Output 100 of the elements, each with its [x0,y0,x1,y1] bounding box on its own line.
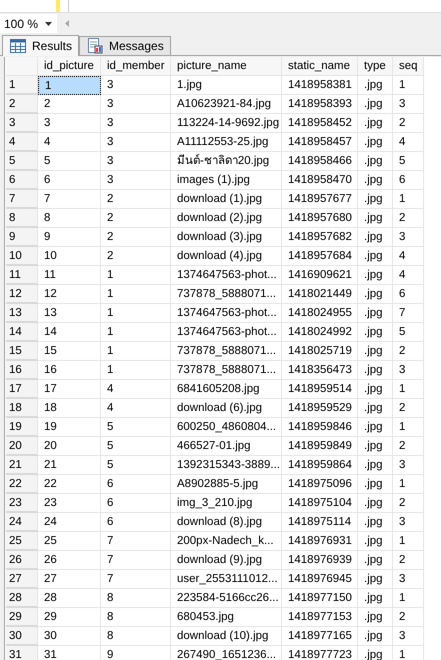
table-cell[interactable]: download (1).jpg [171,190,282,209]
table-cell[interactable]: 1418977723 [282,646,358,660]
table-cell[interactable]: 6 [101,494,171,513]
table-cell[interactable]: 1 [393,190,424,209]
table-cell[interactable]: 1418958393 [282,95,358,114]
table-cell[interactable]: 6 [101,475,171,494]
table-cell[interactable]: 11 [38,266,101,285]
table-cell[interactable]: 1418959514 [282,380,358,399]
table-cell[interactable]: 6 [38,171,101,190]
table-cell[interactable]: 1418957682 [282,228,358,247]
row-header[interactable]: 1 [6,76,38,95]
table-cell[interactable]: .jpg [358,589,393,608]
table-cell[interactable]: 1392315343-3889... [171,456,282,475]
table-cell[interactable]: 22 [38,475,101,494]
table-cell[interactable]: 1.jpg [171,76,282,95]
table-cell[interactable]: 1 [101,361,171,380]
row-header[interactable]: 24 [6,513,38,532]
table-cell[interactable]: 2 [393,437,424,456]
table-cell[interactable]: 1418959846 [282,418,358,437]
row-header[interactable]: 4 [6,133,38,152]
table-cell[interactable]: 25 [38,532,101,551]
table-cell[interactable]: 5 [38,152,101,171]
table-cell[interactable]: 6841605208.jpg [171,380,282,399]
table-cell[interactable]: .jpg [358,570,393,589]
table-cell[interactable]: 7 [38,190,101,209]
table-cell[interactable]: 2 [393,399,424,418]
row-header[interactable]: 3 [6,114,38,133]
table-cell[interactable]: user_2553111012... [171,570,282,589]
table-cell[interactable]: download (4).jpg [171,247,282,266]
table-cell[interactable]: 1418957677 [282,190,358,209]
messages-tab[interactable]: Messages [79,36,171,55]
row-header[interactable]: 2 [6,95,38,114]
table-cell[interactable]: 7 [101,570,171,589]
table-cell[interactable]: 7 [101,532,171,551]
table-cell[interactable]: 3 [393,361,424,380]
table-cell[interactable]: 3 [101,95,171,114]
table-cell[interactable]: download (8).jpg [171,513,282,532]
table-cell[interactable]: 200px-Nadech_k... [171,532,282,551]
table-cell[interactable]: 2 [38,95,101,114]
table-cell[interactable]: download (2).jpg [171,209,282,228]
table-cell[interactable]: 1418021449 [282,285,358,304]
table-cell[interactable]: 17 [38,380,101,399]
table-cell[interactable]: 3 [393,228,424,247]
table-cell[interactable]: 1 [393,589,424,608]
table-cell[interactable]: 1 [101,342,171,361]
column-header[interactable]: picture_name [171,57,282,76]
table-cell[interactable]: .jpg [358,247,393,266]
column-header[interactable]: static_name [282,57,358,76]
table-cell[interactable]: 23 [38,494,101,513]
table-cell[interactable]: 16 [38,361,101,380]
table-cell[interactable]: 1418975096 [282,475,358,494]
row-header[interactable]: 15 [6,342,38,361]
table-cell[interactable]: 27 [38,570,101,589]
column-header[interactable]: type [358,57,393,76]
table-cell[interactable]: .jpg [358,380,393,399]
table-cell[interactable]: img_3_210.jpg [171,494,282,513]
table-cell[interactable]: 6 [393,171,424,190]
row-header[interactable]: 9 [6,228,38,247]
table-cell[interactable]: 1418958381 [282,76,358,95]
row-header[interactable]: 19 [6,418,38,437]
table-cell[interactable]: 2 [393,209,424,228]
row-header[interactable]: 8 [6,209,38,228]
table-cell[interactable]: 3 [393,513,424,532]
table-cell[interactable]: 1 [393,380,424,399]
table-cell[interactable]: 1418976939 [282,551,358,570]
table-cell[interactable]: 6 [101,513,171,532]
table-cell[interactable]: 3 [38,114,101,133]
table-cell[interactable]: 1374647563-phot... [171,323,282,342]
table-cell[interactable]: 2 [101,190,171,209]
table-cell[interactable]: .jpg [358,437,393,456]
table-cell[interactable]: images (1).jpg [171,171,282,190]
table-cell[interactable]: 1418977165 [282,627,358,646]
table-cell[interactable]: 1374647563-phot... [171,304,282,323]
row-header[interactable]: 6 [6,171,38,190]
table-cell[interactable]: download (9).jpg [171,551,282,570]
table-cell[interactable]: 1418958452 [282,114,358,133]
table-cell[interactable]: 1 [393,646,424,660]
row-header[interactable]: 28 [6,589,38,608]
table-cell[interactable]: 3 [101,133,171,152]
table-cell[interactable]: 1 [101,285,171,304]
table-cell[interactable]: .jpg [358,171,393,190]
table-cell[interactable]: .jpg [358,342,393,361]
column-header[interactable]: id_member [101,57,171,76]
table-cell[interactable]: .jpg [358,551,393,570]
table-cell[interactable]: .jpg [358,399,393,418]
row-header[interactable]: 13 [6,304,38,323]
row-header[interactable]: 12 [6,285,38,304]
column-header[interactable]: seq [393,57,424,76]
table-cell[interactable]: 5 [101,437,171,456]
table-cell[interactable]: .jpg [358,304,393,323]
table-cell[interactable]: A8902885-5.jpg [171,475,282,494]
table-cell[interactable]: 1 [393,475,424,494]
column-header[interactable]: id_picture [38,57,101,76]
row-header[interactable]: 14 [6,323,38,342]
table-cell[interactable]: 4 [101,380,171,399]
table-cell[interactable]: 1418957684 [282,247,358,266]
row-header[interactable]: 30 [6,627,38,646]
table-cell[interactable]: 1 [101,304,171,323]
table-cell[interactable]: .jpg [358,323,393,342]
table-cell[interactable]: .jpg [358,133,393,152]
